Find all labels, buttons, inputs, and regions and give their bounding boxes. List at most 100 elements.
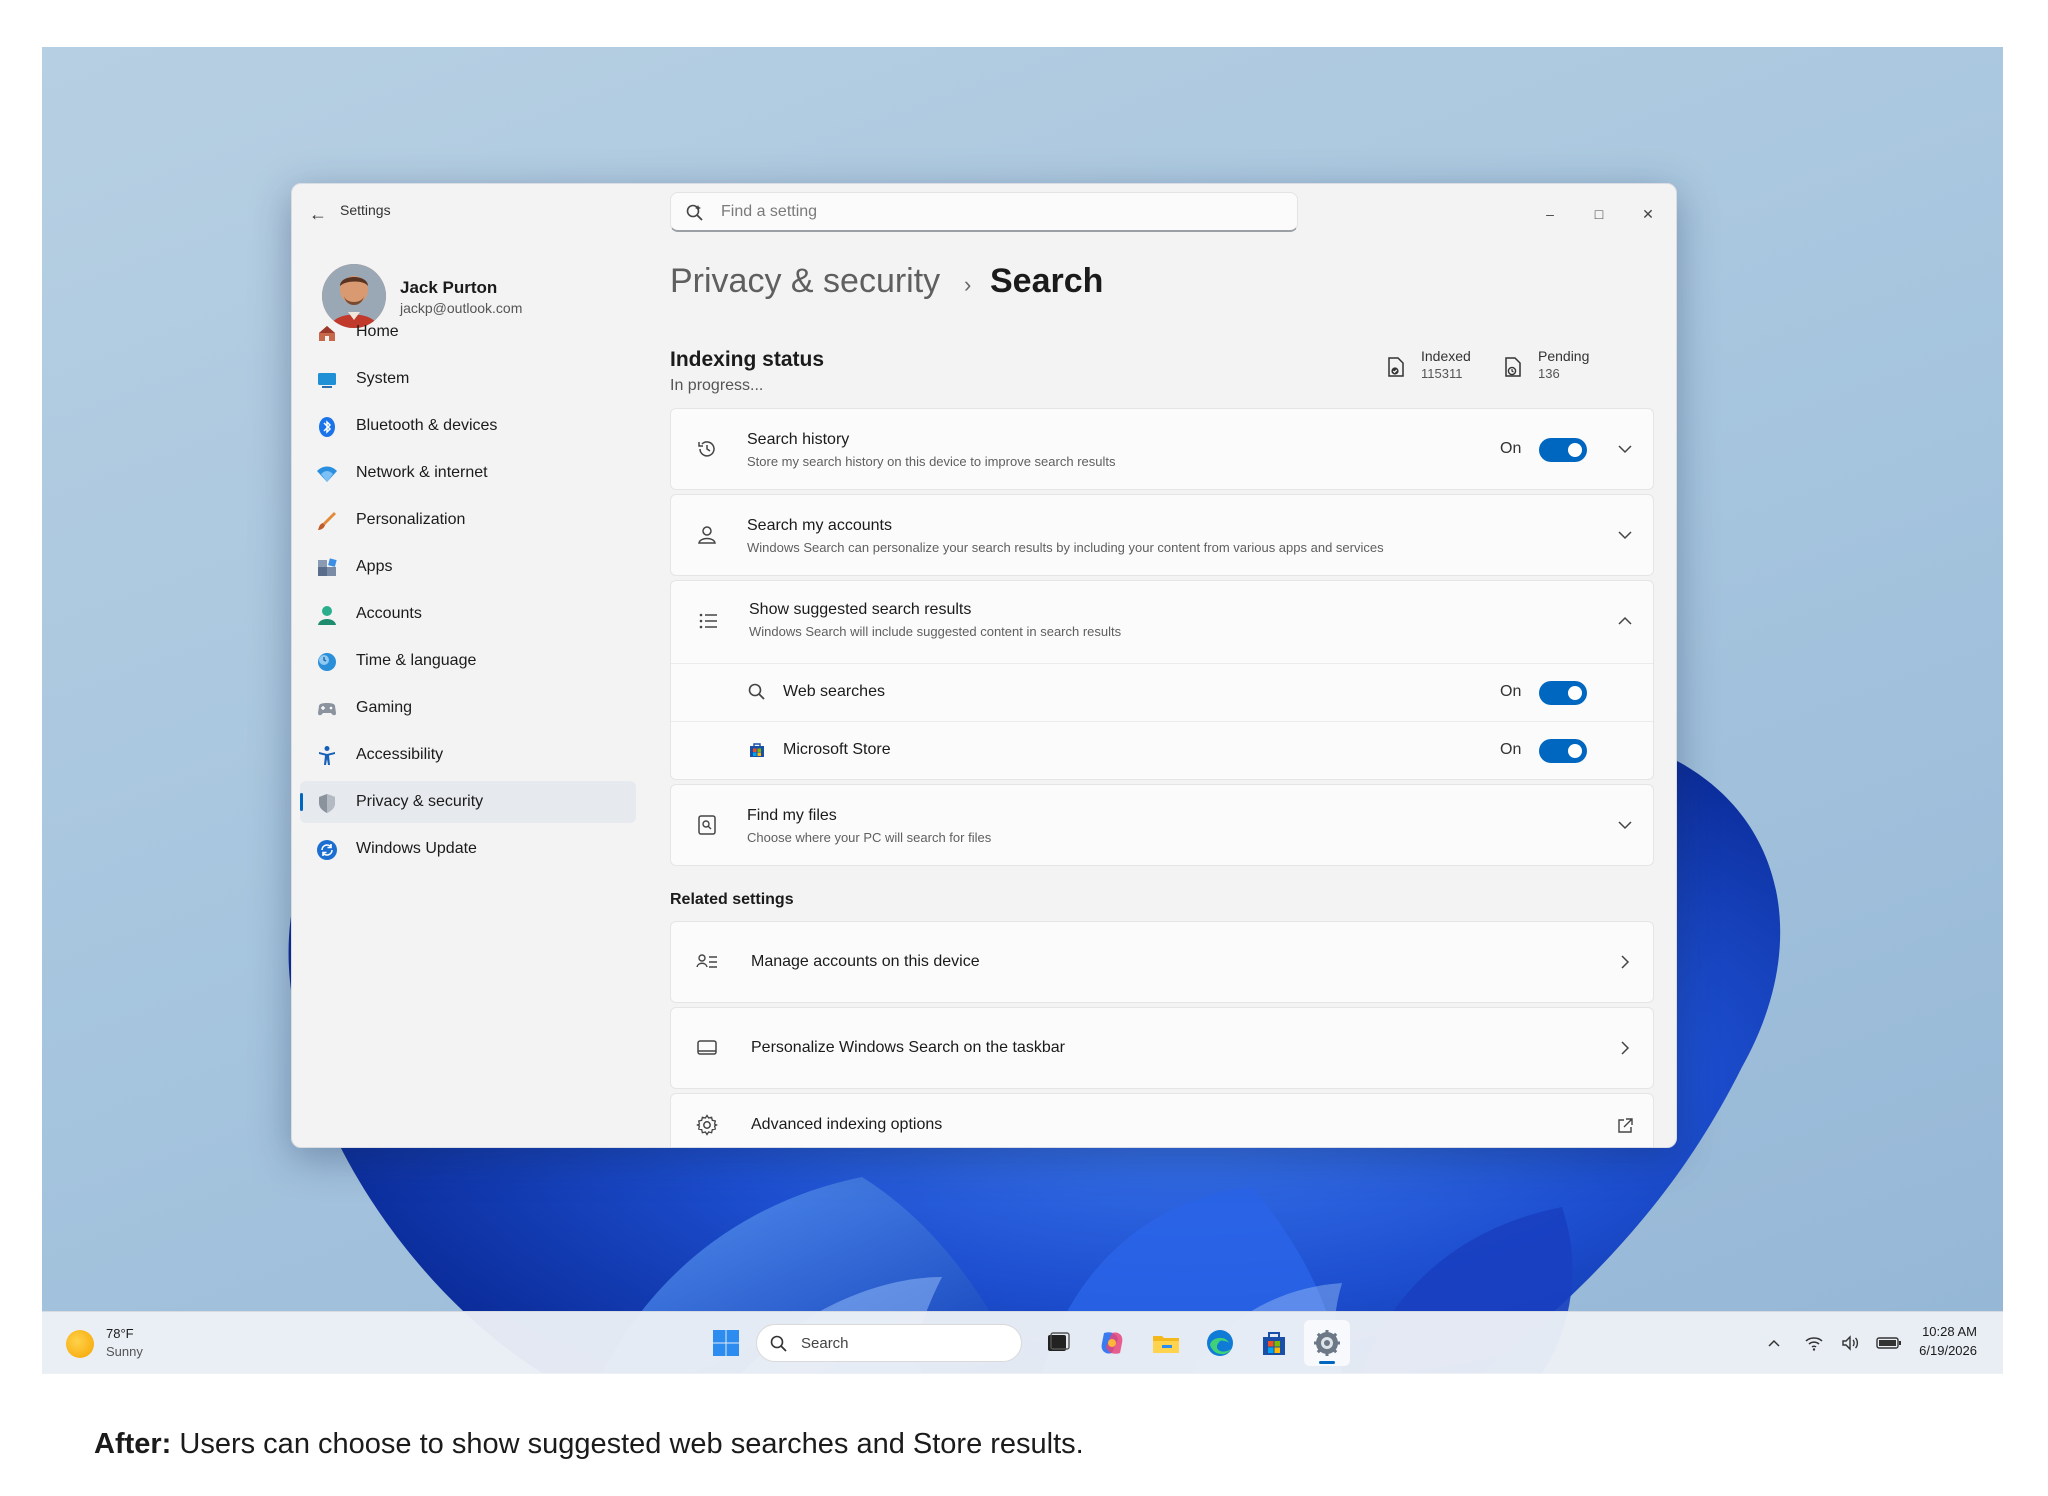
search-history-toggle[interactable] bbox=[1539, 438, 1587, 462]
chevron-right-icon[interactable] bbox=[1615, 1038, 1635, 1058]
chevron-up-icon[interactable] bbox=[1764, 1333, 1784, 1353]
suggested-results-card[interactable]: Show suggested search results Windows Se… bbox=[670, 580, 1654, 780]
chevron-up-icon[interactable] bbox=[1615, 611, 1635, 631]
caption-lead: After: bbox=[94, 1428, 172, 1460]
search-accounts-card[interactable]: Search my accounts Windows Search can pe… bbox=[670, 494, 1654, 576]
back-arrow-icon[interactable]: ← bbox=[304, 200, 332, 228]
wifi-icon[interactable] bbox=[1804, 1333, 1824, 1353]
find-setting-search[interactable] bbox=[670, 192, 1298, 232]
nav-item-gaming[interactable]: Gaming bbox=[300, 687, 636, 729]
accessibility-icon bbox=[319, 746, 335, 765]
windows-start-icon[interactable] bbox=[710, 1327, 742, 1359]
update-icon bbox=[317, 840, 337, 860]
chevron-down-icon[interactable] bbox=[1615, 815, 1635, 835]
nav-label-time-language: Time & language bbox=[356, 652, 477, 669]
indexing-status-title: Indexing status bbox=[670, 348, 825, 371]
nav-label-bluetooth: Bluetooth & devices bbox=[356, 417, 498, 434]
settings-taskbar-button[interactable] bbox=[1304, 1320, 1350, 1366]
person-icon bbox=[698, 526, 716, 544]
maximize-button[interactable]: □ bbox=[1581, 198, 1617, 230]
volume-icon[interactable] bbox=[1840, 1333, 1860, 1353]
breadcrumb-parent[interactable]: Privacy & security bbox=[670, 262, 940, 301]
weather-temp[interactable]: 78°F bbox=[106, 1326, 134, 1341]
close-button[interactable]: ✕ bbox=[1630, 198, 1666, 230]
microsoft-store-icon bbox=[750, 743, 764, 757]
sun-icon[interactable] bbox=[66, 1330, 94, 1358]
related-item-label: Manage accounts on this device bbox=[751, 953, 980, 970]
taskbar-icon bbox=[697, 1040, 717, 1055]
nav-item-accounts[interactable]: Accounts bbox=[300, 593, 636, 635]
nav-label-accessibility: Accessibility bbox=[356, 746, 444, 763]
shield-icon bbox=[319, 794, 335, 813]
settings-window: ← Settings – □ ✕ Jack Purton jackp@outlo… bbox=[291, 183, 1677, 1148]
accounts-icon bbox=[318, 606, 336, 625]
find-my-files-title: Find my files bbox=[747, 807, 837, 824]
nav-label-gaming: Gaming bbox=[356, 699, 413, 716]
web-searches-label: Web searches bbox=[783, 683, 885, 700]
related-item-manage-accounts[interactable]: Manage accounts on this device bbox=[670, 921, 1654, 1003]
history-icon bbox=[698, 441, 715, 457]
related-settings-title: Related settings bbox=[670, 891, 794, 908]
nav-label-system: System bbox=[356, 370, 410, 387]
file-search-icon bbox=[698, 815, 716, 835]
app-title: Settings bbox=[340, 202, 391, 218]
nav-label-windows-update: Windows Update bbox=[356, 840, 477, 857]
nav-item-system[interactable]: System bbox=[300, 358, 636, 400]
file-explorer-icon[interactable] bbox=[1150, 1327, 1182, 1359]
microsoft-store-toggle[interactable] bbox=[1539, 739, 1587, 763]
chevron-down-icon[interactable] bbox=[1615, 525, 1635, 545]
chevron-down-icon[interactable] bbox=[1615, 439, 1635, 459]
microsoft-store-state: On bbox=[1500, 741, 1522, 758]
related-item-label: Personalize Windows Search on the taskba… bbox=[751, 1039, 1065, 1056]
task-view-icon[interactable] bbox=[1042, 1327, 1074, 1359]
people-list-icon bbox=[696, 954, 717, 968]
find-my-files-card[interactable]: Find my files Choose where your PC will … bbox=[670, 784, 1654, 866]
related-item-advanced-indexing[interactable]: Advanced indexing options bbox=[670, 1093, 1654, 1147]
clock-date[interactable]: 6/19/2026 bbox=[1919, 1343, 1977, 1358]
nav-item-network[interactable]: Network & internet bbox=[300, 452, 636, 494]
caption: After: Users can choose to show suggeste… bbox=[94, 1428, 1084, 1461]
web-searches-row: Web searches On bbox=[671, 663, 1653, 722]
minimize-button[interactable]: – bbox=[1532, 198, 1568, 230]
bluetooth-icon bbox=[319, 417, 335, 437]
taskbar: 78°F Sunny Search 10:28 AM 6/19/2026 bbox=[42, 1311, 2003, 1374]
nav-item-windows-update[interactable]: Windows Update bbox=[300, 828, 636, 870]
active-app-indicator bbox=[1319, 1361, 1335, 1364]
page-title: Search bbox=[990, 262, 1104, 300]
nav-item-privacy-security[interactable]: Privacy & security bbox=[300, 781, 636, 823]
nav-item-accessibility[interactable]: Accessibility bbox=[300, 734, 636, 776]
external-link-icon[interactable] bbox=[1615, 1116, 1635, 1136]
search-accounts-desc: Windows Search can personalize your sear… bbox=[747, 540, 1384, 555]
search-history-title: Search history bbox=[747, 431, 850, 448]
nav-item-personalization[interactable]: Personalization bbox=[300, 499, 636, 541]
nav-item-apps[interactable]: Apps bbox=[300, 546, 636, 588]
copilot-icon[interactable] bbox=[1096, 1327, 1128, 1359]
clock-time[interactable]: 10:28 AM bbox=[1922, 1324, 1977, 1339]
indexed-value: 115311 bbox=[1421, 366, 1463, 381]
suggested-results-title: Show suggested search results bbox=[749, 601, 972, 618]
search-icon bbox=[686, 204, 703, 221]
nav-label-privacy-security: Privacy & security bbox=[356, 793, 484, 810]
web-searches-state: On bbox=[1500, 683, 1522, 700]
related-item-personalize-search[interactable]: Personalize Windows Search on the taskba… bbox=[670, 1007, 1654, 1089]
weather-condition[interactable]: Sunny bbox=[106, 1344, 143, 1359]
chevron-right-icon[interactable] bbox=[1615, 952, 1635, 972]
pending-label: Pending bbox=[1538, 348, 1590, 364]
microsoft-store-taskbar-icon[interactable] bbox=[1258, 1327, 1290, 1359]
breadcrumb-separator: › bbox=[964, 272, 972, 297]
web-searches-toggle[interactable] bbox=[1539, 681, 1587, 705]
indexed-document-icon bbox=[1388, 357, 1404, 377]
battery-icon[interactable] bbox=[1876, 1333, 1902, 1353]
pending-value: 136 bbox=[1538, 366, 1560, 381]
search-history-desc: Store my search history on this device t… bbox=[747, 454, 1116, 469]
taskbar-search[interactable]: Search bbox=[756, 1324, 1022, 1362]
search-history-card[interactable]: Search history Store my search history o… bbox=[670, 408, 1654, 490]
nav-item-bluetooth[interactable]: Bluetooth & devices bbox=[300, 405, 636, 447]
nav-label-personalization: Personalization bbox=[356, 511, 466, 528]
nav-item-home[interactable]: Home bbox=[300, 311, 636, 353]
search-input[interactable] bbox=[719, 199, 1283, 225]
edge-browser-icon[interactable] bbox=[1204, 1327, 1236, 1359]
nav-item-time-language[interactable]: Time & language bbox=[300, 640, 636, 682]
system-icon bbox=[318, 373, 336, 388]
wifi-icon bbox=[317, 466, 337, 482]
